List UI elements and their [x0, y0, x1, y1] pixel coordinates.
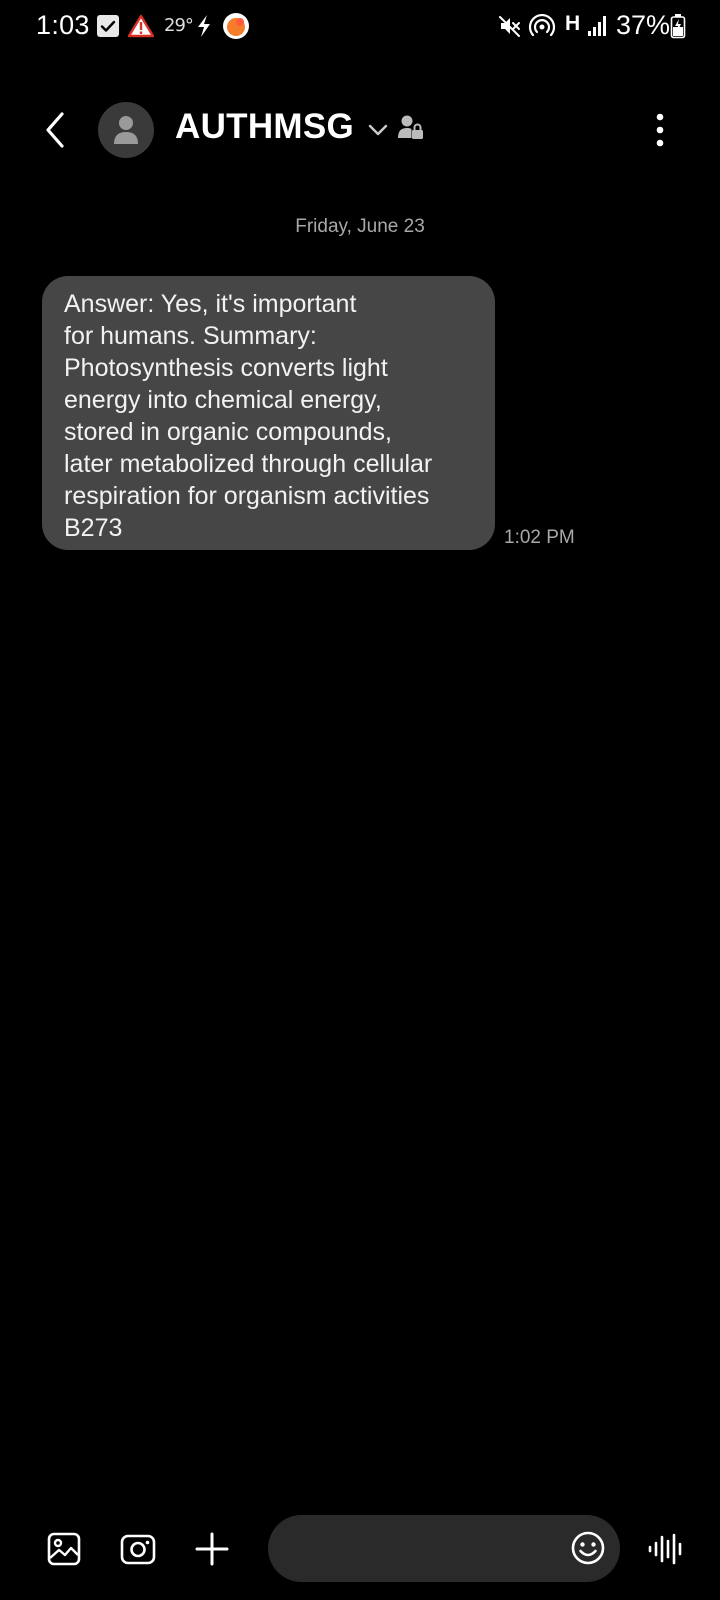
voice-record-button[interactable] [648, 1531, 684, 1567]
chevron-down-icon[interactable] [366, 118, 390, 142]
gallery-button[interactable] [46, 1531, 82, 1567]
back-button[interactable] [36, 108, 76, 152]
message-text-line: B273 [64, 514, 123, 542]
weather-temperature: 29° [164, 15, 194, 36]
network-type: H [565, 12, 581, 35]
voice-record-icon [648, 1533, 682, 1565]
camera-button[interactable] [120, 1531, 156, 1567]
add-icon [195, 1532, 229, 1566]
date-divider: Friday, June 23 [295, 216, 425, 237]
message-timestamp: 1:02 PM [504, 527, 575, 548]
flash-icon [195, 14, 213, 38]
gallery-icon [47, 1532, 81, 1566]
mute-icon [498, 14, 522, 38]
back-arrow-icon [46, 112, 64, 148]
message-input[interactable] [268, 1515, 620, 1582]
contact-lock-icon [398, 114, 424, 142]
message-text-line: energy into chemical energy, [64, 386, 382, 414]
status-time: 1:03 [36, 10, 90, 40]
conversation-header: AUTHMSG [0, 90, 720, 170]
message-text-line: stored in organic compounds, [64, 418, 392, 446]
add-attachment-button[interactable] [194, 1531, 230, 1567]
app-notification-icon [222, 12, 250, 39]
camera-icon [120, 1534, 156, 1565]
check-notification-icon [96, 14, 120, 38]
battery-percent: 37% [616, 10, 671, 40]
contact-name[interactable]: AUTHMSG [175, 107, 354, 147]
emoji-button[interactable] [570, 1530, 606, 1566]
message-text-line: Photosynthesis converts light [64, 354, 388, 382]
message-text-line: for humans. Summary: [64, 322, 317, 350]
incoming-message-bubble[interactable]: Answer: Yes, it's important for humans. … [42, 276, 495, 550]
message-text-line: later metabolized through cellular [64, 450, 433, 478]
status-bar: 1:03 29° H 37% [0, 0, 720, 52]
battery-charging-icon [670, 13, 686, 39]
composer-bar [0, 1510, 720, 1590]
message-text-line: respiration for organism activities [64, 482, 430, 510]
hotspot-icon [528, 13, 556, 38]
message-text-line: Answer: Yes, it's important [64, 290, 357, 318]
signal-icon [586, 14, 610, 38]
emoji-icon [571, 1531, 605, 1565]
more-options-icon [656, 113, 664, 147]
avatar[interactable] [98, 102, 154, 158]
more-options-button[interactable] [646, 108, 674, 152]
warning-icon [127, 14, 155, 38]
avatar-person-icon [114, 116, 138, 144]
